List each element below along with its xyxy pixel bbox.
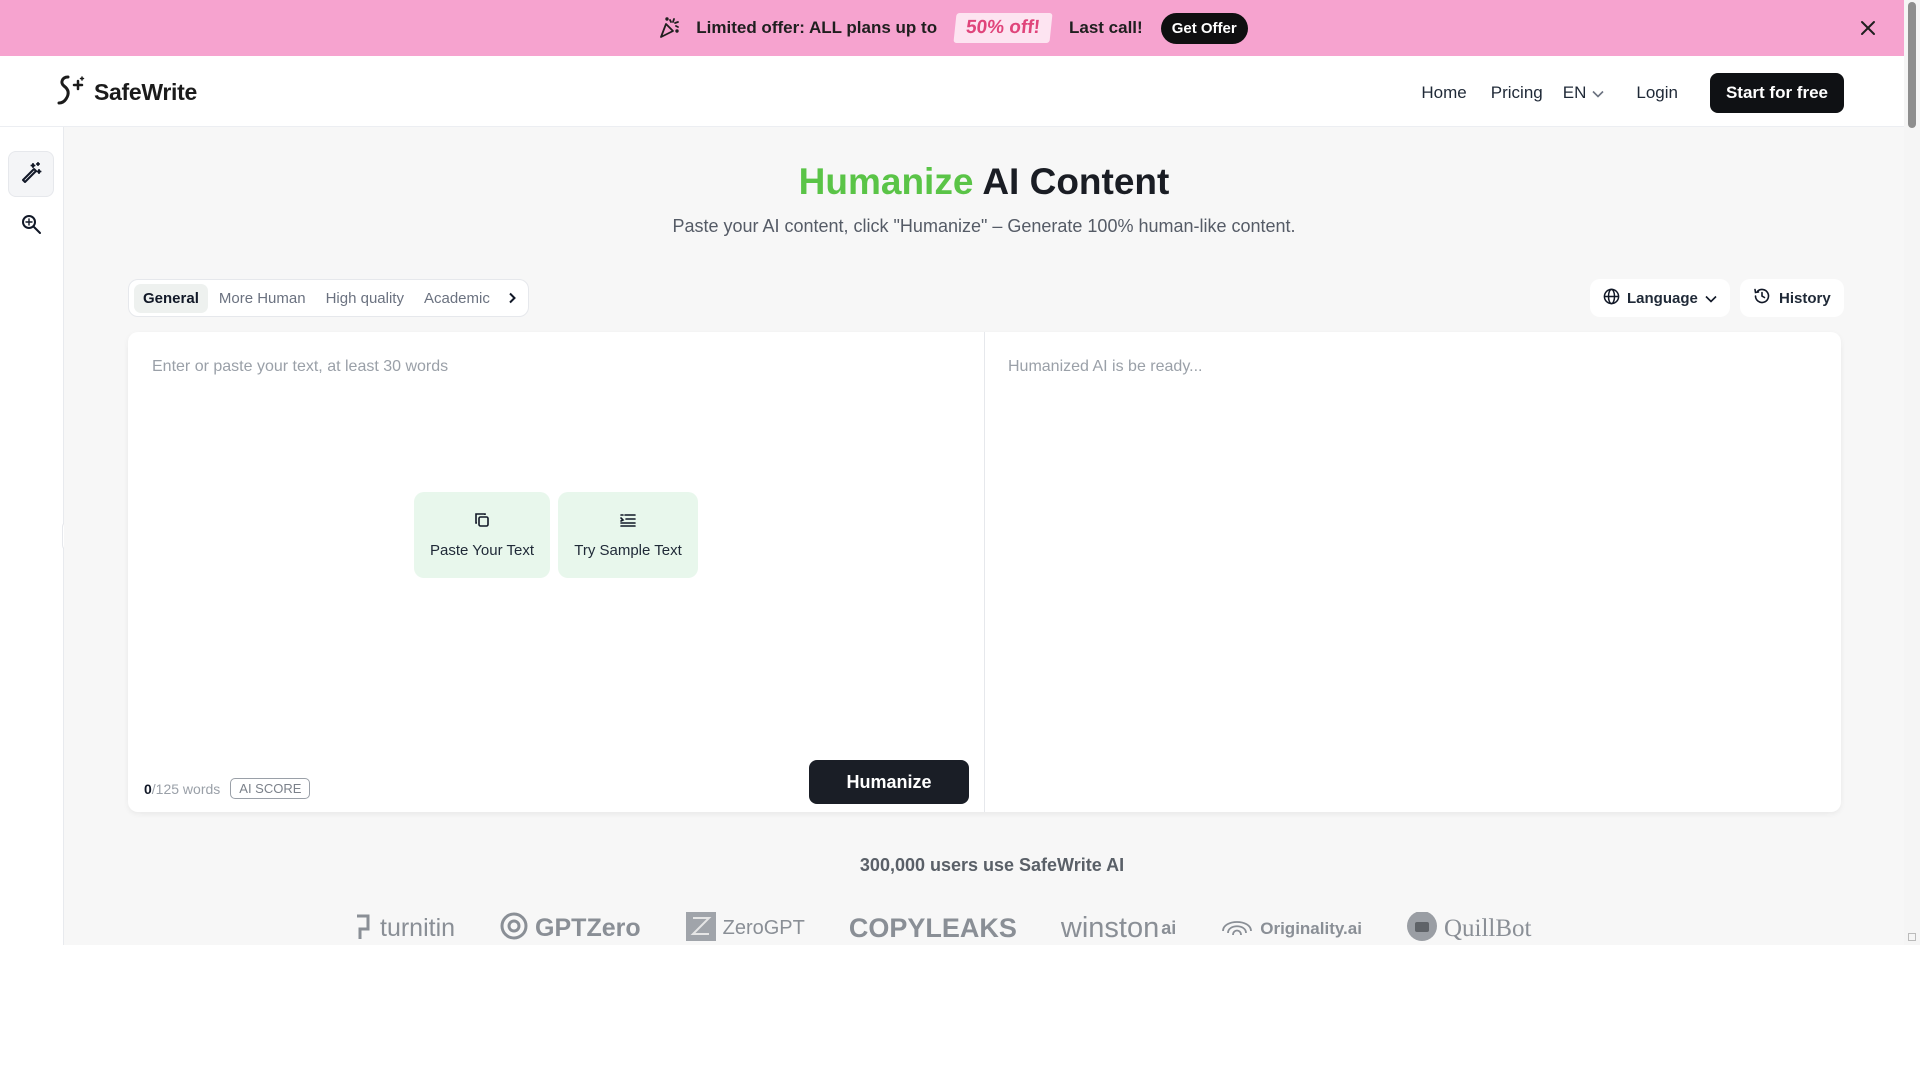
get-offer-button[interactable]: Get Offer — [1160, 12, 1248, 44]
tab-general[interactable]: General — [134, 283, 208, 313]
detector-logos: turnitin GPTZero ZeroGPT COPYLEAKS winst… — [354, 912, 1654, 945]
output-language-dropdown[interactable]: Language — [1590, 279, 1730, 317]
input-textarea[interactable]: Enter or paste your text, at least 30 wo… — [152, 358, 448, 376]
main-content: Humanize AI Content Paste your AI conten… — [64, 127, 1904, 945]
magic-pen-icon — [20, 161, 42, 188]
promo-text: Limited offer: ALL plans up to — [696, 18, 938, 37]
language-code: EN — [1562, 83, 1587, 102]
promo-last-call: Last call! — [1069, 18, 1143, 37]
output-area: Humanized AI is be ready... — [1008, 358, 1203, 375]
word-count-value: 0 — [144, 780, 152, 797]
tab-academic[interactable]: Academic — [415, 284, 499, 313]
party-popper-icon — [656, 15, 682, 41]
brand-copyleaks: COPYLEAKS — [848, 913, 1017, 943]
history-label: History — [1779, 289, 1831, 307]
nav-home[interactable]: Home — [1421, 83, 1466, 103]
editor-divider — [984, 332, 985, 812]
word-limit: /125 words — [151, 780, 221, 797]
chevron-right-icon[interactable] — [501, 287, 523, 309]
history-button[interactable]: History — [1740, 279, 1844, 317]
brand-winston: winston ai — [1060, 912, 1177, 944]
logo-text: SafeWrite — [94, 79, 197, 105]
tab-high-quality[interactable]: High quality — [317, 284, 413, 313]
page-subtitle: Paste your AI content, click "Humanize" … — [672, 216, 1296, 236]
zerogpt-logo-icon — [685, 912, 717, 945]
text-lines-icon — [619, 512, 637, 532]
globe-icon — [1603, 288, 1620, 309]
paste-icon — [474, 512, 490, 532]
tab-more-human[interactable]: More Human — [210, 284, 315, 313]
humanize-button[interactable]: Humanize — [809, 760, 969, 804]
history-icon — [1753, 287, 1771, 309]
scroll-down-arrow[interactable] — [1908, 933, 1916, 941]
logo[interactable]: SafeWrite — [56, 73, 197, 112]
chevron-down-icon — [1705, 290, 1717, 307]
sidebar-item-humanizer[interactable] — [8, 151, 54, 197]
word-counter: 0/125 words AI SCORE — [144, 778, 311, 799]
search-ai-icon — [20, 213, 42, 240]
brand-turnitin: turnitin — [354, 912, 455, 945]
gptzero-logo-icon — [499, 912, 529, 945]
discount-badge: 50% off! — [953, 13, 1053, 43]
viewport-blank-area — [0, 945, 1920, 1080]
top-nav: Home Pricing EN Login Start for free — [1397, 73, 1844, 113]
start-for-free-button[interactable]: Start for free — [1709, 73, 1844, 113]
language-label: Language — [1627, 289, 1698, 307]
site-header: SafeWrite Home Pricing EN Login Start fo… — [0, 56, 1904, 127]
brand-zerogpt: ZeroGPT — [685, 912, 805, 945]
sidebar-item-detector[interactable] — [8, 203, 54, 249]
editor-panel: Enter or paste your text, at least 30 wo… — [128, 332, 1841, 812]
quillbot-logo-icon — [1406, 912, 1438, 945]
sample-text-label: Try Sample Text — [574, 541, 682, 559]
paste-text-label: Paste Your Text — [430, 541, 534, 559]
page-scrollbar[interactable] — [1904, 0, 1920, 945]
brand-originality: Originality.ai — [1220, 912, 1362, 945]
paste-text-button[interactable]: Paste Your Text — [414, 492, 550, 578]
login-link[interactable]: Login — [1636, 83, 1678, 103]
sidebar — [0, 127, 64, 945]
page-title: Humanize AI Content — [64, 161, 1904, 203]
logo-icon — [56, 73, 88, 112]
close-icon[interactable] — [1856, 16, 1880, 40]
try-sample-text-button[interactable]: Try Sample Text — [558, 492, 698, 578]
title-rest: AI Content — [973, 161, 1170, 202]
mode-tabs: General More Human High quality Academic — [128, 279, 529, 317]
page: Limited offer: ALL plans up to 50% off! … — [0, 0, 1920, 1080]
title-accent: Humanize — [798, 161, 974, 202]
ai-score-badge[interactable]: AI SCORE — [230, 778, 311, 799]
scrollbar-thumb[interactable] — [1908, 2, 1916, 128]
promo-banner: Limited offer: ALL plans up to 50% off! … — [0, 0, 1904, 56]
language-selector[interactable]: EN — [1563, 83, 1605, 103]
chevron-down-icon — [1592, 83, 1604, 103]
brand-quillbot: QuillBot — [1406, 912, 1531, 945]
fingerprint-logo-icon — [1220, 912, 1254, 945]
brand-gptzero: GPTZero — [499, 912, 641, 945]
nav-pricing[interactable]: Pricing — [1491, 83, 1543, 103]
social-proof-text: 300,000 users use SafeWrite AI — [859, 855, 1125, 875]
turnitin-logo-icon — [354, 912, 374, 945]
